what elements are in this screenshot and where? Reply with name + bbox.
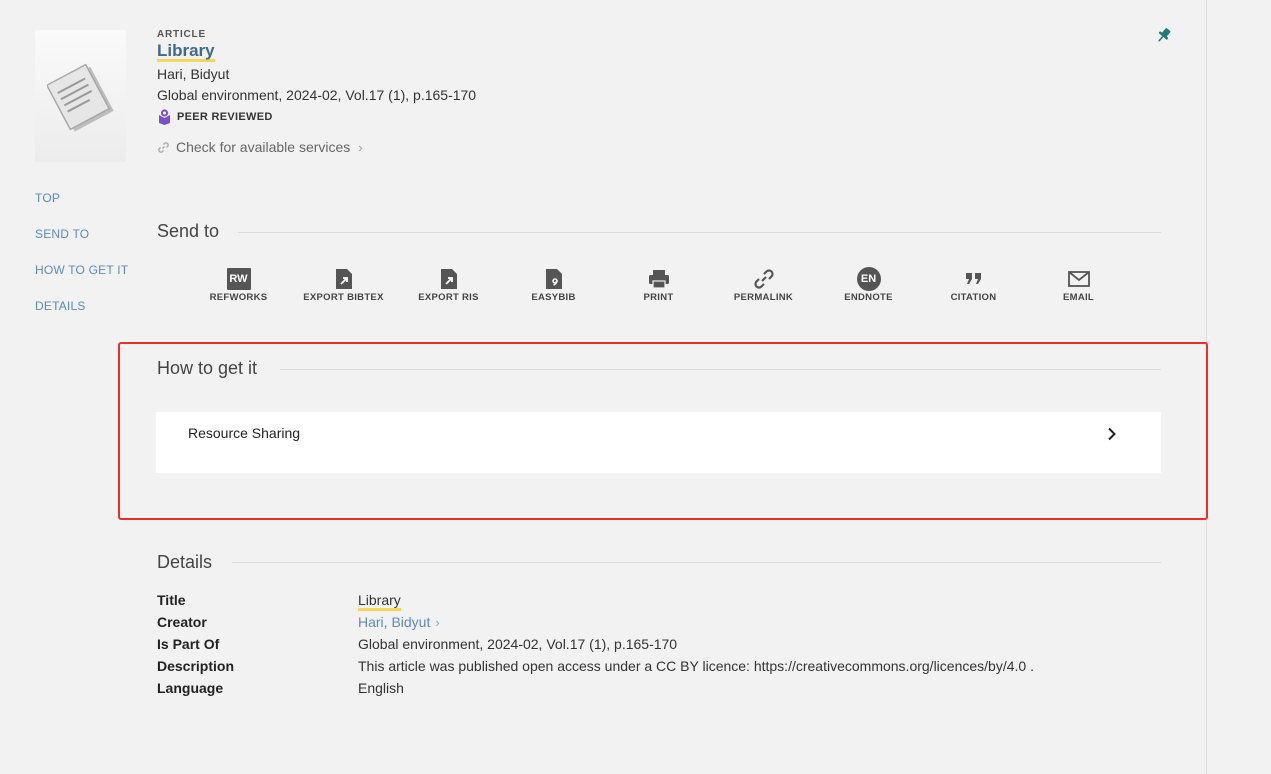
export-ris-button[interactable]: EXPORT RIS [396, 266, 501, 303]
send-to-heading: Send to [157, 221, 220, 241]
details-divider [232, 562, 1161, 563]
quote-icon [965, 273, 981, 284]
record-type: ARTICLE [157, 29, 206, 40]
export-bibtex-button[interactable]: EXPORT BIBTEX [291, 266, 396, 303]
check-services-link[interactable]: Check for available services › [157, 139, 476, 155]
email-icon [1067, 271, 1090, 287]
article-document-icon [47, 63, 114, 132]
easybib-label: EASYBIB [531, 292, 576, 303]
endnote-label: ENDNOTE [844, 292, 893, 303]
details-row-language: Language English [157, 679, 1034, 701]
send-to-actions: RW REFWORKS EXPORT BIBTEX EXPORT RIS EAS [186, 266, 1131, 303]
details-language-value: English [358, 680, 404, 696]
pin-icon [1158, 28, 1171, 42]
nav-details[interactable]: DETAILS [35, 299, 128, 335]
details-key: Creator [157, 614, 207, 630]
details-table: Title Library Creator Hari, Bidyut › Is P… [157, 591, 1034, 701]
email-button[interactable]: EMAIL [1026, 266, 1131, 303]
nav-top[interactable]: TOP [35, 191, 128, 227]
check-services-label: Check for available services [176, 139, 351, 155]
details-key: Is Part Of [157, 636, 220, 652]
send-to-divider [238, 232, 1161, 233]
print-label: PRINT [643, 292, 674, 303]
peer-reviewed-icon [159, 109, 170, 125]
resource-sharing-label: Resource Sharing [188, 425, 301, 441]
permalink-button[interactable]: PERMALINK [711, 266, 816, 303]
export-bibtex-icon [335, 269, 352, 289]
chevron-right-icon [1108, 427, 1116, 441]
resource-sharing-row[interactable]: Resource Sharing [156, 412, 1161, 473]
pin-record-button[interactable] [1155, 26, 1173, 49]
refworks-button[interactable]: RW REFWORKS [186, 266, 291, 303]
side-navigation: TOP SEND TO HOW TO GET IT DETAILS [35, 191, 128, 335]
chevron-right-icon: › [358, 139, 363, 155]
chevron-right-icon: › [435, 615, 440, 630]
print-icon [648, 270, 669, 289]
details-description-value: This article was published open access u… [358, 658, 1034, 674]
endnote-icon: EN [856, 267, 881, 291]
details-row-creator: Creator Hari, Bidyut › [157, 613, 1034, 635]
details-key: Language [157, 680, 224, 696]
refworks-icon: RW [226, 268, 251, 290]
endnote-button[interactable]: EN ENDNOTE [816, 266, 921, 303]
how-to-get-it-divider [280, 369, 1161, 370]
nav-how-to-get-it[interactable]: HOW TO GET IT [35, 263, 128, 299]
details-row-description: Description This article was published o… [157, 657, 1034, 679]
peer-reviewed-badge: PEER REVIEWED [157, 109, 476, 125]
email-label: EMAIL [1062, 292, 1095, 303]
link-icon [158, 141, 169, 153]
nav-send-to[interactable]: SEND TO [35, 227, 128, 263]
refworks-label: REFWORKS [209, 292, 268, 303]
details-key: Description [157, 658, 235, 674]
easybib-icon [545, 269, 562, 289]
export-ris-label: EXPORT RIS [418, 292, 479, 303]
permalink-label: PERMALINK [733, 292, 794, 303]
easybib-button[interactable]: EASYBIB [501, 266, 606, 303]
permalink-icon [753, 269, 774, 289]
print-button[interactable]: PRINT [606, 266, 711, 303]
export-bibtex-label: EXPORT BIBTEX [303, 292, 384, 303]
details-heading: Details [157, 552, 213, 572]
export-ris-icon [440, 269, 457, 289]
how-to-get-it-heading: How to get it [157, 358, 258, 378]
peer-reviewed-label: PEER REVIEWED [177, 111, 273, 123]
details-key: Title [157, 592, 186, 608]
citation-button[interactable]: CITATION [921, 266, 1026, 303]
creator-link[interactable]: Hari, Bidyut [358, 614, 430, 630]
details-row-title: Title Library [157, 591, 1034, 613]
record-title-link[interactable]: Library [157, 42, 215, 62]
record-creator: Hari, Bidyut [157, 66, 230, 82]
details-title-value: Library [358, 593, 401, 611]
details-is-part-of-value: Global environment, 2024-02, Vol.17 (1),… [358, 636, 678, 652]
record-header: ARTICLE Library Hari, Bidyut Global envi… [157, 29, 476, 155]
record-is-part-of: Global environment, 2024-02, Vol.17 (1),… [157, 87, 477, 103]
citation-label: CITATION [950, 292, 997, 303]
details-row-is-part-of: Is Part Of Global environment, 2024-02, … [157, 635, 1034, 657]
record-thumbnail [35, 30, 126, 162]
